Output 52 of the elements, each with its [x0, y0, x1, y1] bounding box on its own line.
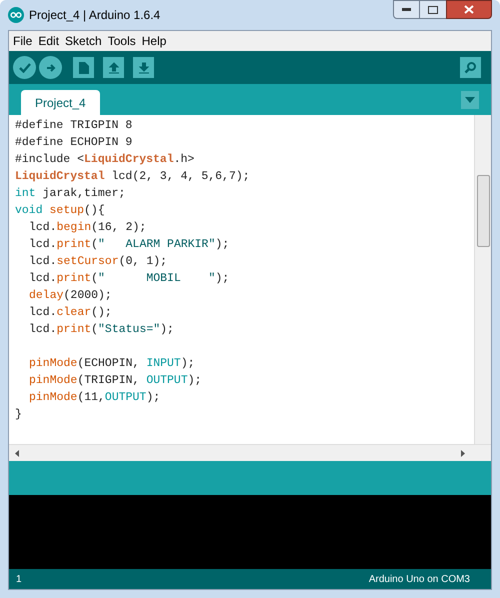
code-line: lcd.clear(); — [29, 305, 112, 321]
code-line: lcd.print(" ALARM PARKIR"); — [29, 237, 230, 253]
code-line: LiquidCrystal lcd(2, 3, 4, 5,6,7); — [15, 169, 250, 185]
code-line: } — [15, 407, 22, 423]
code-line: lcd.print(" MOBIL "); — [29, 271, 230, 287]
code-line: #define TRIGPIN 8 — [15, 118, 132, 134]
arrow-right-icon — [46, 62, 56, 72]
code-line: pinMode(11,OUTPUT); — [29, 390, 160, 406]
vertical-scrollbar[interactable] — [474, 115, 491, 444]
board-port-label: Arduino Uno on COM3 — [368, 572, 470, 586]
minimize-icon — [402, 8, 411, 11]
menu-item[interactable]: Tools — [106, 32, 138, 50]
maximize-button[interactable] — [420, 0, 446, 19]
close-button[interactable] — [446, 0, 492, 19]
code-line: lcd.print("Status="); — [29, 322, 174, 338]
serial-monitor-button[interactable] — [460, 57, 481, 78]
close-icon — [464, 5, 474, 14]
verify-button[interactable] — [13, 56, 36, 79]
maximize-icon — [428, 6, 438, 14]
horizontal-scrollbar[interactable] — [9, 444, 491, 461]
code-line: lcd.setCursor(0, 1); — [29, 254, 168, 270]
menu-item[interactable]: Sketch — [63, 32, 104, 50]
code-line: #include <LiquidCrystal.h> — [15, 152, 194, 168]
tab-menu-button[interactable] — [461, 91, 479, 109]
arrow-up-icon — [108, 62, 118, 74]
document-icon — [78, 62, 88, 74]
caret-icon — [465, 97, 475, 103]
checkmark-icon — [18, 62, 30, 72]
code-line: #define ECHOPIN 9 — [15, 135, 132, 151]
menu-item[interactable]: File — [11, 32, 34, 50]
line-number: 1 — [16, 572, 22, 586]
code-line: delay(2000); — [29, 288, 112, 304]
arrow-down-icon — [138, 62, 148, 74]
window-title: Project_4 | Arduino 1.6.4 — [29, 7, 160, 24]
code-line: lcd.begin(16, 2); — [29, 220, 146, 236]
code-line: pinMode(TRIGPIN, OUTPUT); — [29, 373, 202, 389]
minimize-button[interactable] — [393, 0, 420, 19]
magnifier-icon — [464, 61, 477, 74]
menu-item[interactable]: Help — [140, 32, 168, 50]
scroll-right-icon[interactable] — [461, 450, 465, 456]
sketch-tab[interactable]: Project_4 — [21, 90, 100, 115]
menu-item[interactable]: Edit — [36, 32, 62, 50]
open-button[interactable] — [103, 57, 124, 78]
save-button[interactable] — [133, 57, 154, 78]
code-line: int jarak,timer; — [15, 186, 126, 202]
upload-button[interactable] — [39, 56, 62, 79]
code-line: pinMode(ECHOPIN, INPUT); — [29, 356, 195, 372]
new-button[interactable] — [73, 57, 94, 78]
code-line: void setup(){ — [15, 203, 105, 219]
scrollbar-thumb[interactable] — [476, 175, 490, 247]
app-logo-icon — [8, 7, 24, 23]
scroll-left-icon[interactable] — [15, 450, 19, 456]
